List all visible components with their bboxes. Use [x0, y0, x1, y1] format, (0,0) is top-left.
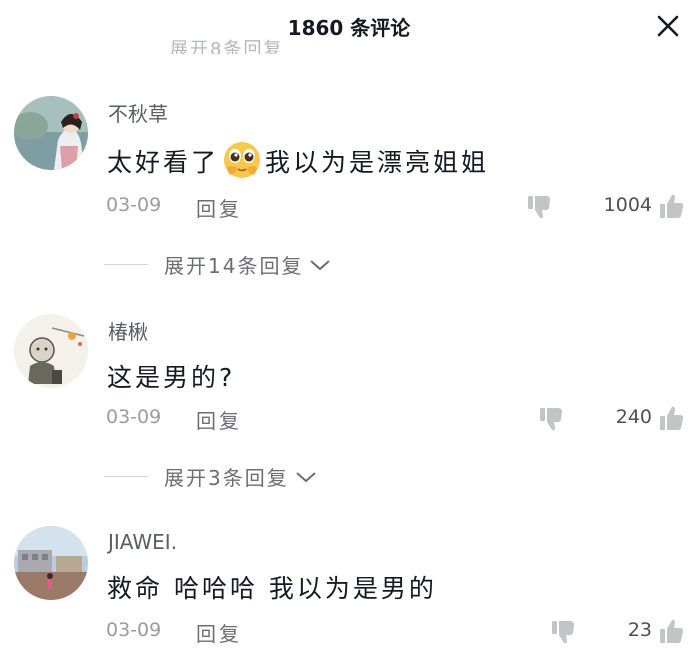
- comment-text-part: 我以为是漂亮姐姐: [265, 148, 490, 177]
- username[interactable]: 椿楸: [108, 316, 148, 345]
- reply-button[interactable]: 回复: [196, 405, 242, 434]
- comments-header: 1860 条评论: [0, 0, 698, 50]
- like-count: 1004: [603, 194, 652, 216]
- expand-replies-button[interactable]: 展开14条回复: [104, 250, 331, 279]
- username[interactable]: JIAWEI.: [108, 530, 177, 554]
- close-icon[interactable]: [656, 14, 680, 38]
- dislike-icon[interactable]: [526, 194, 552, 220]
- expand-replies-label: 展开14条回复: [164, 254, 304, 278]
- comment-date: 03-09: [106, 194, 162, 216]
- chevron-down-icon: [296, 471, 316, 482]
- comment-text: 这是男的?: [107, 363, 236, 392]
- comment-count-title: 1860 条评论: [287, 16, 411, 40]
- dislike-icon[interactable]: [538, 406, 564, 432]
- avatar[interactable]: [14, 314, 88, 388]
- like-count: 240: [615, 406, 652, 428]
- like-icon[interactable]: [658, 617, 686, 645]
- comment-text: 救命 哈哈哈 我以为是男的: [107, 574, 437, 603]
- cutoff-expand-text[interactable]: 展开8条回复: [170, 36, 283, 54]
- divider-line: [104, 476, 148, 477]
- reply-button[interactable]: 回复: [196, 193, 242, 222]
- comment-text-part: 太好看了: [107, 148, 220, 177]
- like-icon[interactable]: [658, 404, 686, 432]
- comment-date: 03-09: [106, 619, 162, 641]
- pleading-face-emoji-icon: [224, 142, 261, 178]
- comment-text: 太好看了 我以为是漂亮姐姐: [107, 140, 489, 180]
- avatar[interactable]: [14, 526, 88, 600]
- like-icon[interactable]: [658, 192, 686, 220]
- username[interactable]: 不秋草: [108, 98, 168, 127]
- reply-button[interactable]: 回复: [196, 618, 242, 647]
- avatar[interactable]: [14, 96, 88, 170]
- divider-line: [104, 264, 148, 265]
- expand-replies-button[interactable]: 展开3条回复: [104, 462, 317, 491]
- comment-date: 03-09: [106, 406, 162, 428]
- like-count: 23: [627, 619, 652, 641]
- expand-replies-label: 展开3条回复: [164, 466, 289, 490]
- chevron-down-icon: [310, 259, 331, 270]
